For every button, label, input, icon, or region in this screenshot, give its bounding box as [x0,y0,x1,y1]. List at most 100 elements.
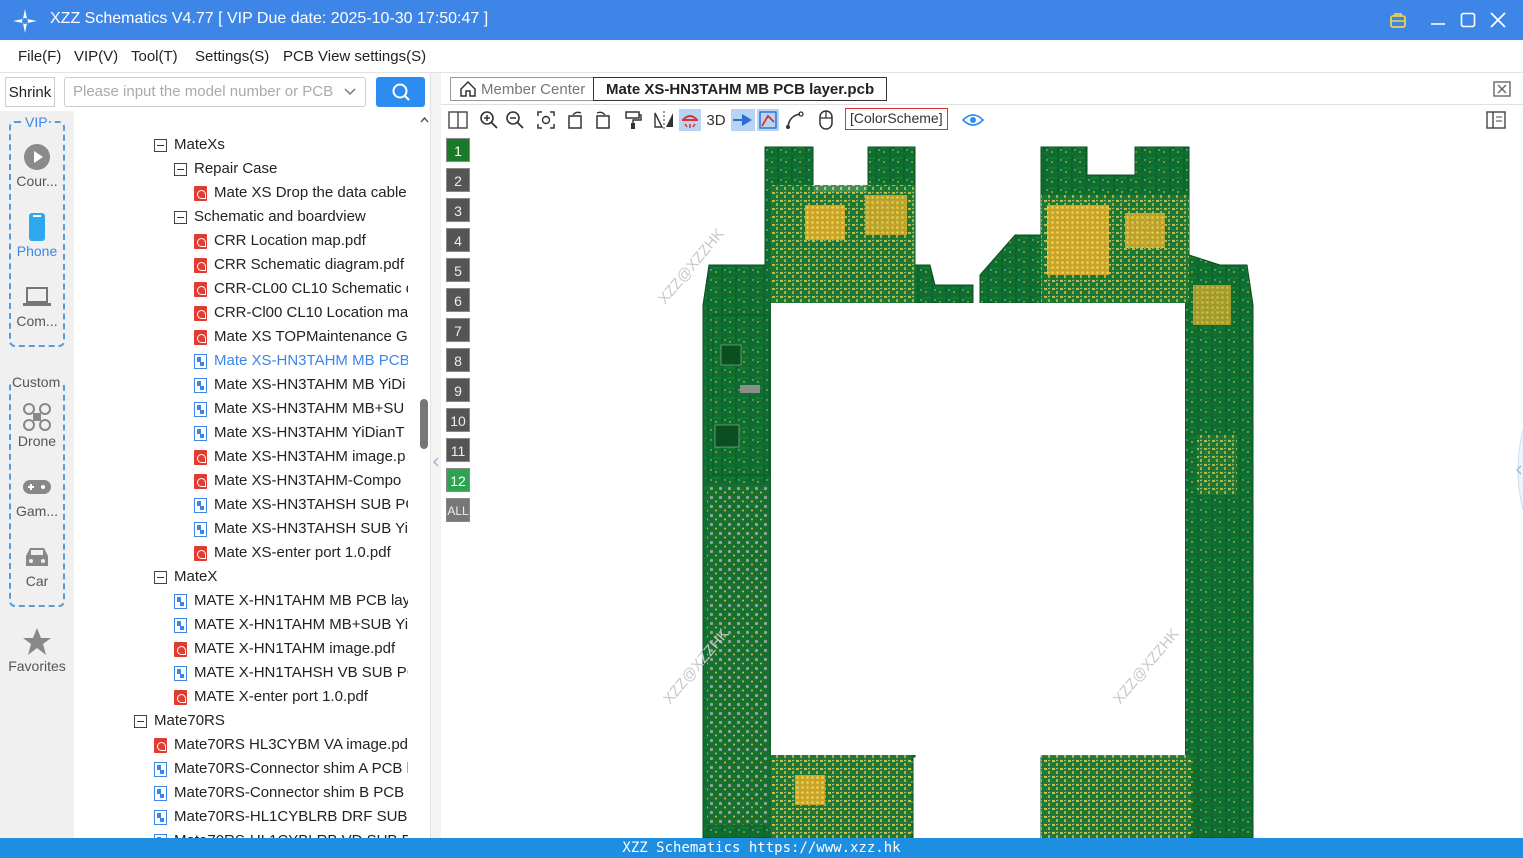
tree-file[interactable]: Mate XS TOPMaintenance G [194,325,408,349]
tree-folder[interactable]: Repair Case [174,157,408,181]
layer-button-all[interactable]: ALL [446,498,470,522]
tree-file[interactable]: Mate70RS-HL1CYBLRB VD SUB PCI [154,829,408,838]
panel-splitter[interactable] [430,73,441,838]
shrink-button[interactable]: Shrink [5,77,55,107]
zoom-in-icon[interactable] [478,109,500,131]
curve-tool-icon[interactable] [784,109,806,131]
tree-file[interactable]: Mate XS-HN3TAHM MB YiDi [194,373,408,397]
tree-file[interactable]: MATE X-HN1TAHM image.pdf [174,637,408,661]
close-icon[interactable] [1485,7,1511,33]
tree-file[interactable]: CRR Location map.pdf [194,229,408,253]
tree-file[interactable]: Mate XS-HN3TAHM MB PCB [194,349,408,373]
rail-favorites[interactable]: Favorites [0,628,74,674]
fit-view-icon[interactable] [535,109,557,131]
menu-file[interactable]: File(F) [18,48,61,65]
search-input[interactable]: Please input the model number or PCB [64,77,366,107]
tree-folder[interactable]: Mate70RS [134,709,408,733]
tree-file[interactable]: Mate70RS-Connector shim B PCB l [154,781,408,805]
maximize-icon[interactable] [1455,7,1481,33]
layer-button-7[interactable]: 7 [446,318,470,342]
menu-pcb-view-settings[interactable]: PCB View settings(S) [283,48,426,65]
paint-roller-icon[interactable] [622,109,644,131]
zoom-out-icon[interactable] [504,109,526,131]
pin-highlight-icon[interactable] [731,109,755,131]
tree-folder[interactable]: Schematic and boardview [174,205,408,229]
rail-games[interactable]: Gam... [0,473,74,519]
rail-phone[interactable]: Phone [0,213,74,259]
app-logo-icon [13,9,37,33]
split-view-icon[interactable] [447,109,469,131]
tab-active-file[interactable]: Mate XS-HN3TAHM MB PCB layer.pcb [593,77,888,101]
tree-file[interactable]: Mate XS-HN3TAHSH SUB PC [194,493,408,517]
menu-settings[interactable]: Settings(S) [195,48,269,65]
rotate-right-icon[interactable] [591,109,613,131]
tree-file[interactable]: MATE X-HN1TAHSH VB SUB PC [174,661,408,685]
tree-file[interactable]: Mate XS-HN3TAHM image.p [194,445,408,469]
tree-folder[interactable]: MateXs [154,133,408,157]
tree-file[interactable]: CRR Schematic diagram.pdf [194,253,408,277]
tree-file[interactable]: CRR-Cl00 CL10 Location map [194,301,408,325]
expand-right-icon[interactable] [1513,430,1523,510]
layer-button-5[interactable]: 5 [446,258,470,282]
tree-file[interactable]: Mate XS Drop the data cable [194,181,408,205]
mouse-icon[interactable] [815,109,837,131]
tree-item-label: Mate XS Drop the data cable [214,184,407,201]
collapse-toggle-icon[interactable] [154,138,167,152]
pcb-file-icon [194,497,207,513]
layer-button-12[interactable]: 12 [446,468,470,492]
net-trace-icon[interactable] [757,109,779,131]
color-scheme-button[interactable]: [ColorScheme] [845,108,948,130]
menu-vip[interactable]: VIP(V) [74,48,118,65]
pcb-board-view[interactable]: XZZ@XZZHK XZZ@XZZHK XZZ@XZZHK [475,135,1513,838]
scroll-up-icon[interactable] [419,115,430,125]
layer-button-4[interactable]: 4 [446,228,470,252]
mirror-icon[interactable] [653,109,675,131]
vip-bag-icon[interactable] [1385,7,1411,33]
collapse-toggle-icon[interactable] [174,210,187,224]
chevron-down-icon[interactable] [343,78,357,106]
tree-folder[interactable]: MateX [154,565,408,589]
tree-item-label: Mate XS-HN3TAHM YiDianT [214,424,405,441]
layer-button-1[interactable]: 1 [446,138,470,162]
tree-file[interactable]: Mate70RS-HL1CYBLRB DRF SUB PC [154,805,408,829]
collapse-toggle-icon[interactable] [134,714,147,728]
layer-button-2[interactable]: 2 [446,168,470,192]
rail-drone[interactable]: Drone [0,403,74,449]
rail-computer[interactable]: Com... [0,283,74,329]
tree-file[interactable]: Mate70RS-Connector shim A PCB l [154,757,408,781]
eye-icon[interactable] [961,109,985,131]
layer-button-9[interactable]: 9 [446,378,470,402]
pcb-canvas[interactable]: XZZ@XZZHK XZZ@XZZHK XZZ@XZZHK [475,135,1513,838]
tree-file[interactable]: MATE X-enter port 1.0.pdf [174,685,408,709]
layer-button-10[interactable]: 10 [446,408,470,432]
rotate-left-icon[interactable] [565,109,587,131]
rail-car[interactable]: Car [0,543,74,589]
layer-button-6[interactable]: 6 [446,288,470,312]
menu-tool[interactable]: Tool(T) [131,48,178,65]
probe-icon[interactable] [679,109,701,131]
tree-file[interactable]: Mate XS-HN3TAHSH SUB YiI [194,517,408,541]
collapse-toggle-icon[interactable] [174,162,187,176]
tab-member-center[interactable]: Member Center [450,77,595,101]
view-3d-button[interactable]: 3D [705,109,727,131]
tree-file[interactable]: Mate70RS HL3CYBM VA image.pd [154,733,408,757]
tree-scroll-thumb[interactable] [420,399,428,449]
collapse-toggle-icon[interactable] [154,570,167,584]
layer-button-11[interactable]: 11 [446,438,470,462]
tree-file[interactable]: MATE X-HN1TAHM MB PCB lay [174,589,408,613]
layer-button-8[interactable]: 8 [446,348,470,372]
side-panel-icon[interactable] [1485,109,1507,131]
tree-file[interactable]: CRR-CL00 CL10 Schematic di [194,277,408,301]
collapse-arrow-icon[interactable] [431,455,441,469]
tree-file[interactable]: Mate XS-HN3TAHM MB+SU [194,397,408,421]
rail-courses[interactable]: Cour... [0,143,74,189]
tree-scrollbar[interactable] [419,111,430,838]
close-tab-icon[interactable] [1492,79,1512,99]
tree-file[interactable]: MATE X-HN1TAHM MB+SUB Yi [174,613,408,637]
tree-file[interactable]: Mate XS-enter port 1.0.pdf [194,541,408,565]
minimize-icon[interactable] [1425,7,1451,33]
search-button[interactable] [376,77,425,107]
layer-button-3[interactable]: 3 [446,198,470,222]
tree-file[interactable]: Mate XS-HN3TAHM-Compo [194,469,408,493]
tree-file[interactable]: Mate XS-HN3TAHM YiDianT [194,421,408,445]
